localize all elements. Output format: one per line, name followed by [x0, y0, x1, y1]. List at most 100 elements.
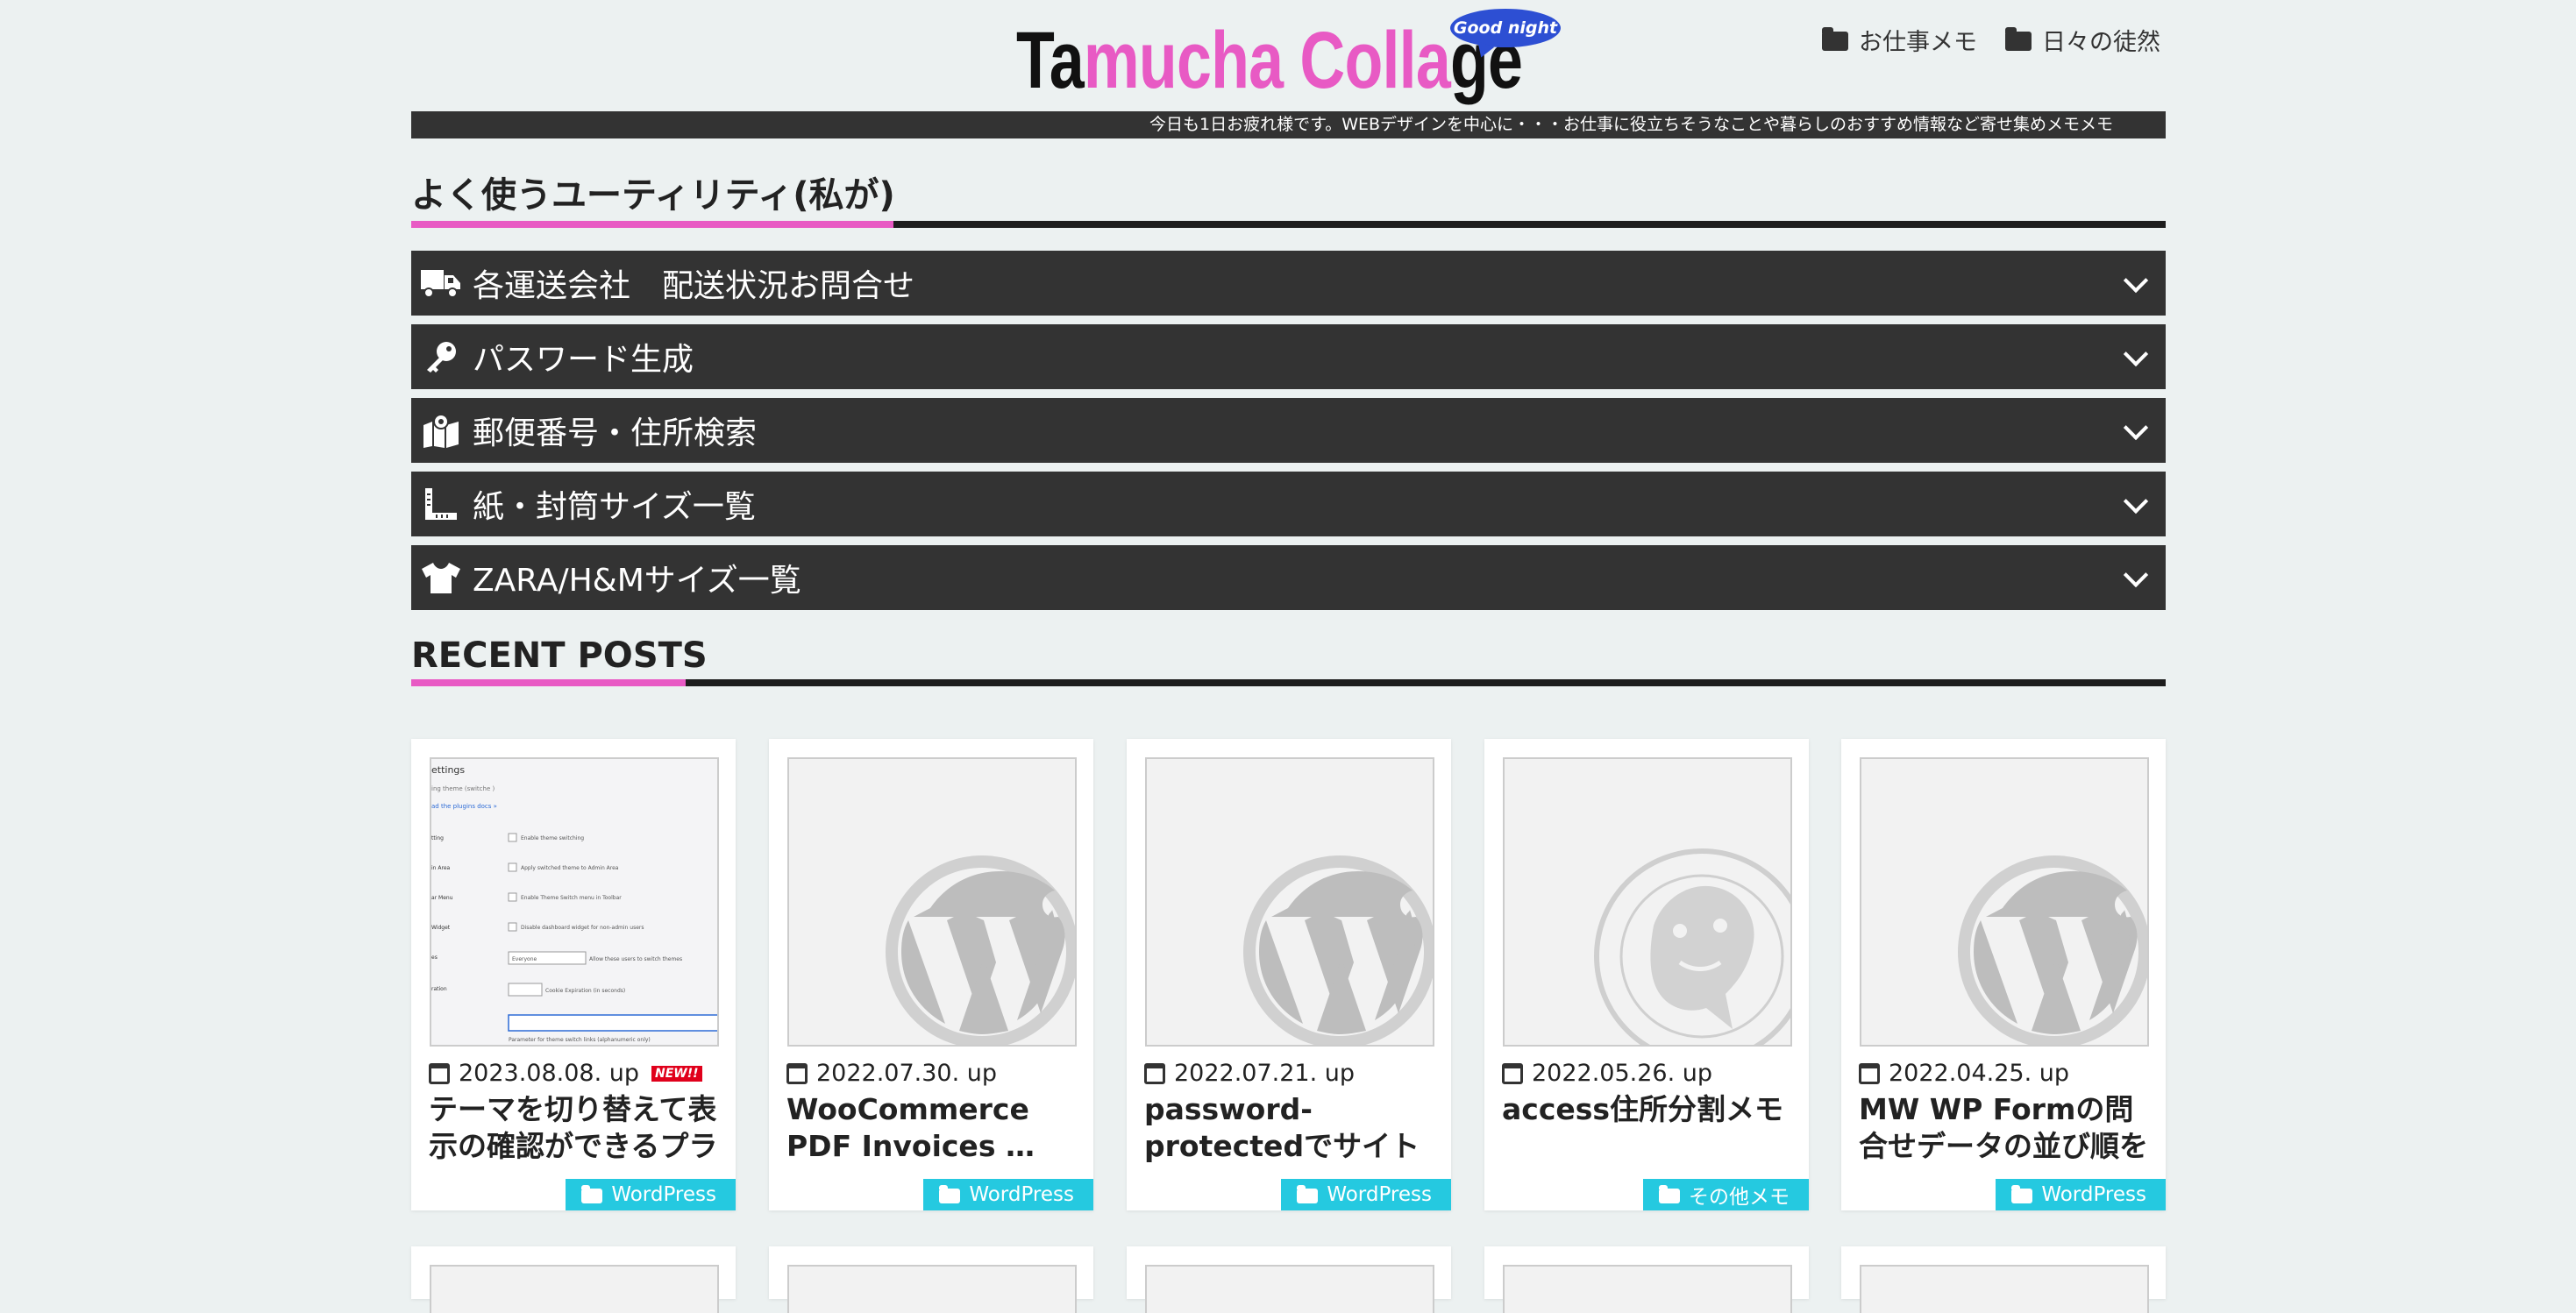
svg-text:Cookie Expiration (in seconds): Cookie Expiration (in seconds) [545, 988, 625, 994]
accordion-label: ZARA/H&Mサイズ一覧 [473, 563, 801, 599]
svg-text:Everyone: Everyone [512, 956, 537, 962]
wordpress-logo-icon [886, 855, 1075, 1045]
post-card-partial[interactable] [1841, 1246, 2166, 1313]
accordion-label: 紙・封筒サイズ一覧 [473, 489, 756, 525]
nav-item-work-memo[interactable]: お仕事メモ [1822, 23, 1977, 57]
accordion-postal[interactable]: 郵便番号・住所検索 [411, 398, 2166, 463]
category-tag[interactable]: WordPress [1996, 1179, 2166, 1210]
post-card[interactable]: 2022.07.21. up password-protectedでサイトトップ… [1127, 739, 1451, 1210]
svg-text:ration: ration [431, 986, 447, 992]
accordion-shipping[interactable]: 各運送会社 配送状況お問合せ [411, 251, 2166, 316]
post-thumbnail [1860, 1265, 2149, 1313]
new-badge: NEW!! [651, 1065, 702, 1082]
post-thumbnail [1503, 757, 1792, 1047]
post-title[interactable]: MW WP Formの問合せデータの並び順を項 [1859, 1091, 2148, 1165]
post-date: 2022.07.30. up [786, 1060, 997, 1087]
folder-icon [2005, 26, 2032, 51]
post-date: 2023.08.08. up NEW!! [429, 1060, 702, 1087]
wordpress-logo-icon [1243, 855, 1433, 1045]
nav-item-daily[interactable]: 日々の徒然 [2005, 23, 2160, 57]
accordion-paper-sizes[interactable]: 紙・封筒サイズ一覧 [411, 472, 2166, 536]
accordion-label: 各運送会社 配送状況お問合せ [473, 268, 915, 304]
calendar-icon [786, 1062, 808, 1084]
section-underline [411, 221, 2166, 228]
calendar-icon [429, 1062, 450, 1084]
svg-text:Allow these users to switch th: Allow these users to switch themes [589, 956, 682, 962]
chevron-down-icon [2123, 341, 2149, 367]
accordion-clothing-sizes[interactable]: ZARA/H&Mサイズ一覧 [411, 545, 2166, 610]
section-underline [411, 679, 2166, 686]
wordpress-logo-icon [1958, 855, 2147, 1045]
nav-item-label: 日々の徒然 [2042, 29, 2160, 56]
truck-icon [420, 266, 462, 301]
logo-text: Tamucha Collage [1016, 16, 1523, 105]
tshirt-icon [420, 560, 462, 595]
post-title[interactable]: access住所分割メモ [1502, 1091, 1791, 1128]
chevron-down-icon [2123, 488, 2149, 515]
lion-seal-icon [1594, 848, 1790, 1045]
post-card[interactable]: 2022.07.30. up WooCommerce PDF Invoices … [769, 739, 1093, 1210]
recent-posts-section-header: RECENT POSTS [411, 634, 2166, 686]
svg-text:Enable theme switching: Enable theme switching [521, 835, 584, 841]
svg-text:ing theme (switche ): ing theme (switche ) [431, 785, 495, 792]
utilities-section-header: よく使うユーティリティ(私が) [411, 175, 2166, 228]
accordion-password[interactable]: パスワード生成 [411, 324, 2166, 389]
folder-icon [939, 1184, 961, 1203]
svg-text:in Area: in Area [431, 865, 451, 871]
post-thumbnail [787, 1265, 1077, 1313]
chevron-down-icon [2123, 562, 2149, 588]
site-logo[interactable]: Tamucha Collage Good night [1016, 9, 1561, 109]
calendar-icon [1144, 1062, 1165, 1084]
post-card[interactable]: ettings ing theme (switche ) ad the plug… [411, 739, 736, 1210]
svg-text:Disable dashboard widget for n: Disable dashboard widget for non-admin u… [521, 925, 644, 931]
category-tag[interactable]: その他メモ [1643, 1179, 1809, 1210]
post-thumbnail [1145, 757, 1434, 1047]
post-card[interactable]: 2022.05.26. up access住所分割メモ その他メモ [1484, 739, 1809, 1210]
post-title[interactable]: password-protectedでサイトトップ… [1144, 1091, 1434, 1165]
chevron-down-icon [2123, 415, 2149, 441]
category-tag[interactable]: WordPress [923, 1179, 1093, 1210]
accordion-label: パスワード生成 [473, 342, 694, 378]
post-thumbnail [1860, 757, 2149, 1047]
calendar-icon [1502, 1062, 1523, 1084]
post-date: 2022.07.21. up [1144, 1060, 1355, 1087]
svg-text:ettings: ettings [431, 764, 465, 776]
post-thumbnail: ettings ing theme (switche ) ad the plug… [430, 757, 719, 1047]
category-tag[interactable]: WordPress [1281, 1179, 1451, 1210]
section-title: よく使うユーティリティ(私が) [411, 175, 895, 216]
post-thumbnail [1503, 1265, 1792, 1313]
section-title: RECENT POSTS [411, 635, 708, 676]
svg-text:Apply switched theme to Admin: Apply switched theme to Admin Area [521, 865, 619, 871]
post-card-partial[interactable] [1484, 1246, 1809, 1313]
folder-icon [2011, 1184, 2033, 1203]
post-thumbnail [430, 1265, 719, 1313]
svg-text:Parameter for theme switch lin: Parameter for theme switch links (alphan… [509, 1037, 651, 1043]
top-navigation: お仕事メモ 日々の徒然 [1822, 23, 2160, 57]
ticker-bar: 今日も1日お疲れ様です。WEBデザインを中心に・・・お仕事に役立ちそうなことや暮… [411, 111, 2166, 138]
post-title[interactable]: テーマを切り替えて表示の確認ができるプラ [429, 1091, 718, 1165]
svg-text:tting: tting [431, 835, 444, 841]
post-date: 2022.04.25. up [1859, 1060, 2069, 1087]
category-tag[interactable]: WordPress [566, 1179, 736, 1210]
svg-text:Enable Theme Switch menu in To: Enable Theme Switch menu in Toolbar [521, 895, 622, 901]
folder-icon [1297, 1184, 1319, 1203]
calendar-icon [1859, 1062, 1880, 1084]
map-pin-icon [420, 413, 462, 448]
svg-text:Widget: Widget [431, 925, 451, 931]
post-card[interactable]: 2022.04.25. up MW WP Formの問合せデータの並び順を項 W… [1841, 739, 2166, 1210]
svg-text:ad the plugins docs »: ad the plugins docs » [431, 803, 497, 810]
accordion-label: 郵便番号・住所検索 [473, 415, 758, 451]
svg-text:ar Menu: ar Menu [431, 895, 453, 901]
key-icon [420, 339, 462, 374]
nav-item-label: お仕事メモ [1859, 29, 1977, 56]
post-thumbnail [1145, 1265, 1434, 1313]
folder-icon [1822, 26, 1848, 51]
post-card-partial[interactable] [769, 1246, 1093, 1313]
post-card-partial[interactable] [411, 1246, 736, 1313]
post-card-partial[interactable] [1127, 1246, 1451, 1313]
post-title[interactable]: WooCommerce PDF Invoices … [786, 1091, 1076, 1165]
post-date: 2022.05.26. up [1502, 1060, 1712, 1087]
logo-badge: Good night [1450, 9, 1561, 47]
svg-text:es: es [431, 955, 438, 961]
ruler-icon [420, 486, 462, 522]
